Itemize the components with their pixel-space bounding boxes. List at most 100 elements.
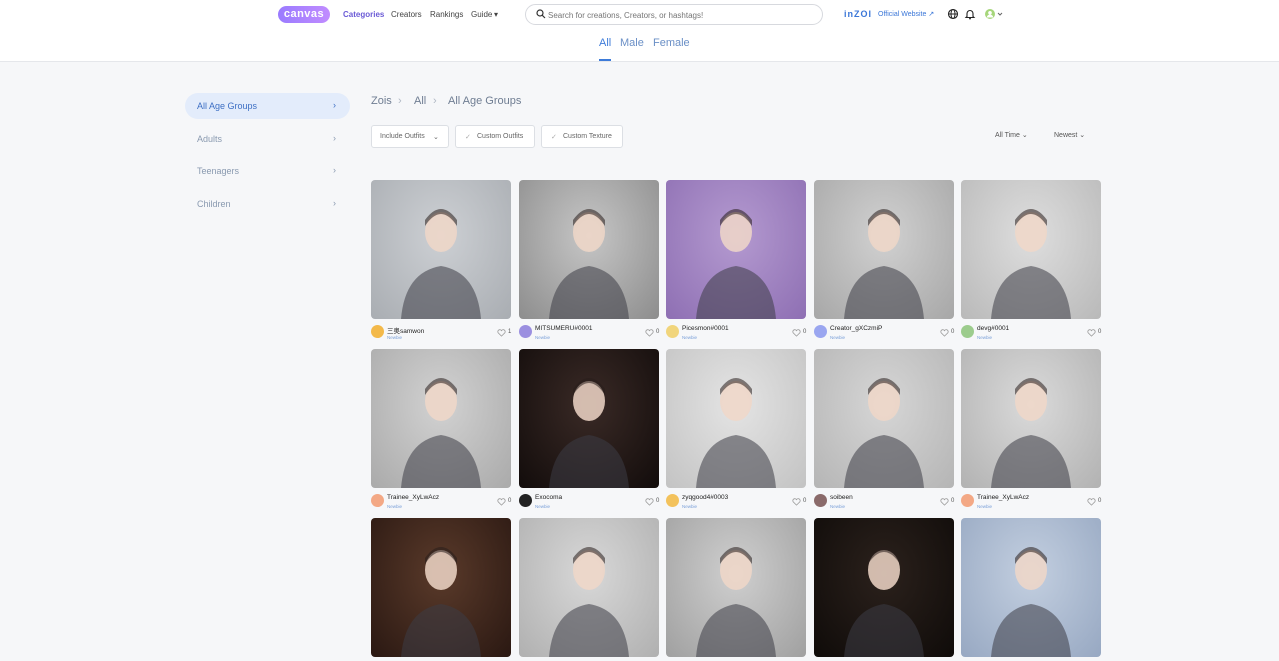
creation-thumbnail[interactable] — [961, 349, 1101, 488]
creation-thumbnail[interactable] — [519, 349, 659, 488]
creator-avatar[interactable] — [666, 325, 679, 338]
custom-texture-label: Custom Texture — [563, 133, 612, 140]
creator-avatar[interactable] — [371, 494, 384, 507]
heart-icon[interactable] — [645, 329, 654, 337]
heart-icon[interactable] — [497, 329, 506, 337]
chevron-down-icon: ⌄ — [1079, 132, 1086, 139]
custom-texture-toggle[interactable]: ✓ Custom Texture — [541, 125, 623, 148]
creation-thumbnail[interactable] — [814, 349, 954, 488]
profile-avatar-icon[interactable] — [984, 8, 1004, 20]
chevron-down-icon: ⌄ — [1021, 132, 1028, 139]
creator-name[interactable]: 三奥samwon — [387, 325, 424, 335]
character-figure — [696, 547, 776, 657]
custom-outfits-toggle[interactable]: ✓ Custom Outfits — [455, 125, 535, 148]
sidebar-item-label: Adults — [197, 134, 223, 144]
tab-male[interactable]: Male — [620, 37, 644, 49]
creator-avatar[interactable] — [519, 325, 532, 338]
creator-avatar[interactable] — [814, 494, 827, 507]
character-figure — [696, 378, 776, 488]
creator-avatar[interactable] — [961, 325, 974, 338]
creator-name[interactable]: Exocoma — [535, 494, 562, 501]
creator-label: Newbie — [977, 335, 993, 340]
creator-label: Newbie — [830, 504, 846, 509]
top-bar: canvas Categories Creators Rankings Guid… — [0, 0, 1279, 30]
creation-thumbnail[interactable] — [666, 180, 806, 319]
creator-name[interactable]: soibeen — [830, 494, 853, 501]
heart-icon[interactable] — [940, 498, 949, 506]
creation-thumbnail[interactable] — [961, 180, 1101, 319]
creation-thumbnail[interactable] — [666, 349, 806, 488]
breadcrumb-separator: › — [398, 95, 402, 107]
sidebar-item-label: All Age Groups — [197, 101, 258, 111]
character-figure — [844, 209, 924, 319]
official-website-link[interactable]: Official Website ↗ — [878, 10, 934, 18]
heart-icon[interactable] — [792, 329, 801, 337]
heart-icon[interactable] — [497, 498, 506, 506]
sidebar-item-adults[interactable]: Adults › — [185, 126, 350, 152]
creation-thumbnail[interactable] — [371, 518, 511, 657]
sort-order-dropdown[interactable]: Newest ⌄ — [1054, 131, 1085, 139]
heart-icon[interactable] — [1087, 498, 1096, 506]
heart-icon[interactable] — [645, 498, 654, 506]
heart-icon[interactable] — [1087, 329, 1096, 337]
globe-icon[interactable] — [947, 8, 959, 20]
creator-name[interactable]: Creator_gXCzmiP — [830, 325, 882, 332]
character-figure — [844, 547, 924, 657]
creator-label: Newbie — [535, 504, 551, 509]
bell-icon[interactable] — [964, 8, 976, 20]
character-figure — [991, 378, 1071, 488]
chevron-down-icon: ⌄ — [433, 134, 439, 141]
creator-avatar[interactable] — [814, 325, 827, 338]
creator-label: Newbie — [535, 335, 551, 340]
tab-female[interactable]: Female — [653, 37, 690, 49]
character-figure — [991, 547, 1071, 657]
sidebar-item-children[interactable]: Children › — [185, 191, 350, 217]
creation-thumbnail[interactable] — [371, 349, 511, 488]
creation-thumbnail[interactable] — [814, 518, 954, 657]
creation-thumbnail[interactable] — [961, 518, 1101, 657]
creator-name[interactable]: MITSUMERU#0001 — [535, 325, 592, 332]
like-count: 0 — [803, 498, 807, 504]
creation-thumbnail[interactable] — [371, 180, 511, 319]
sidebar-item-all-age-groups[interactable]: All Age Groups › — [185, 93, 350, 119]
search-icon — [536, 9, 546, 19]
breadcrumb-zois[interactable]: Zois — [371, 95, 392, 107]
creator-name[interactable]: devg#0001 — [977, 325, 1009, 332]
creator-name[interactable]: Trainee_XyLwAcz — [977, 494, 1029, 501]
heart-icon[interactable] — [940, 329, 949, 337]
creator-avatar[interactable] — [371, 325, 384, 338]
tab-all[interactable]: All — [599, 37, 612, 61]
creator-name[interactable]: Trainee_XyLwAcz — [387, 494, 439, 501]
creation-thumbnail[interactable] — [814, 180, 954, 319]
search-box[interactable] — [525, 4, 823, 25]
nav-categories[interactable]: Categories — [343, 10, 384, 19]
sidebar-item-teenagers[interactable]: Teenagers › — [185, 158, 350, 184]
creator-name[interactable]: zyqgood4#0003 — [682, 494, 728, 501]
creation-thumbnail[interactable] — [666, 518, 806, 657]
search-input[interactable] — [548, 8, 808, 22]
creator-name[interactable]: Picesmon#0001 — [682, 325, 729, 332]
canvas-logo[interactable]: canvas — [278, 6, 330, 23]
like-count: 0 — [951, 498, 955, 504]
creation-thumbnail[interactable] — [519, 518, 659, 657]
nav-guide[interactable]: Guide — [471, 10, 492, 19]
sidebar-item-label: Teenagers — [197, 166, 240, 176]
heart-icon[interactable] — [792, 498, 801, 506]
chevron-right-icon: › — [333, 165, 336, 175]
creation-thumbnail[interactable] — [519, 180, 659, 319]
creator-avatar[interactable] — [666, 494, 679, 507]
inzoi-logo[interactable]: inZOI — [844, 9, 872, 19]
chevron-right-icon: › — [333, 198, 336, 208]
custom-outfits-label: Custom Outfits — [477, 133, 524, 140]
creator-avatar[interactable] — [961, 494, 974, 507]
time-filter-dropdown[interactable]: All Time ⌄ — [995, 131, 1028, 139]
like-count: 0 — [656, 498, 660, 504]
sort-order-label: Newest — [1054, 132, 1078, 139]
nav-creators[interactable]: Creators — [391, 10, 422, 19]
like-count: 0 — [803, 329, 807, 335]
nav-rankings[interactable]: Rankings — [430, 10, 463, 19]
creator-avatar[interactable] — [519, 494, 532, 507]
breadcrumb-all[interactable]: All — [414, 95, 426, 107]
include-outfits-dropdown[interactable]: Include Outfits ⌄ — [371, 125, 449, 148]
guide-caret-icon[interactable]: ▾ — [494, 10, 498, 19]
